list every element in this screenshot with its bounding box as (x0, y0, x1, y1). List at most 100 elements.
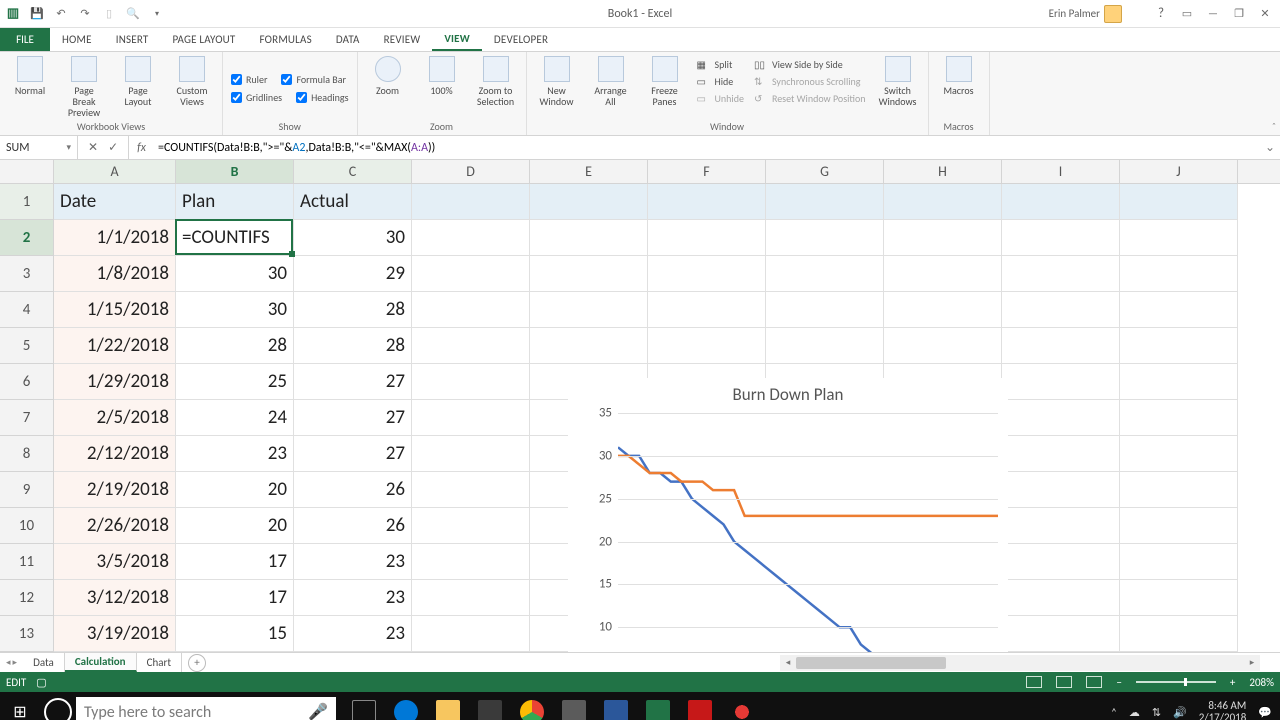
cell[interactable] (1120, 256, 1238, 292)
onedrive-icon[interactable]: ☁ (1129, 706, 1140, 719)
start-button[interactable]: ⊞ (0, 702, 40, 720)
cell[interactable] (1002, 472, 1120, 508)
cell[interactable] (884, 328, 1002, 364)
row-header[interactable]: 5 (0, 328, 53, 364)
page-break-view-icon[interactable] (1086, 676, 1102, 688)
edge-icon[interactable] (386, 692, 426, 720)
cell[interactable] (884, 292, 1002, 328)
new-window-button[interactable]: New Window (535, 56, 579, 107)
cell[interactable]: 28 (294, 292, 412, 328)
scroll-right-icon[interactable]: ▸ (1244, 655, 1260, 671)
row-header[interactable]: 12 (0, 580, 53, 616)
worksheet-grid[interactable]: ABCDEFGHIJ 12345678910111213 DatePlanAct… (0, 160, 1280, 652)
cell[interactable]: Actual (294, 184, 412, 220)
cell[interactable] (884, 184, 1002, 220)
cell[interactable]: 3/12/2018 (54, 580, 176, 616)
cell[interactable] (1002, 256, 1120, 292)
freeze-panes-button[interactable]: Freeze Panes (643, 56, 687, 107)
normal-view-icon[interactable] (1026, 676, 1042, 688)
cell[interactable] (766, 328, 884, 364)
scroll-left-icon[interactable]: ◂ (780, 655, 796, 671)
cell[interactable]: 24 (176, 400, 294, 436)
cell[interactable]: 27 (294, 400, 412, 436)
cell[interactable]: 1/8/2018 (54, 256, 176, 292)
cell[interactable] (766, 256, 884, 292)
cell[interactable] (412, 184, 530, 220)
cell[interactable] (1120, 364, 1238, 400)
column-header[interactable]: D (412, 160, 530, 183)
network-icon[interactable]: ⇅ (1152, 706, 1161, 719)
row-header[interactable]: 8 (0, 436, 53, 472)
cell[interactable] (648, 292, 766, 328)
zoom-to-selection-button[interactable]: Zoom to Selection (474, 56, 518, 107)
file-explorer-icon[interactable] (428, 692, 468, 720)
cell[interactable] (766, 292, 884, 328)
cell[interactable]: 26 (294, 508, 412, 544)
cell[interactable]: 28 (176, 328, 294, 364)
minimize-icon[interactable]: — (1200, 3, 1226, 25)
cell[interactable] (412, 544, 530, 580)
ribbon-tab-developer[interactable]: DEVELOPER (482, 28, 560, 51)
cell[interactable]: 25 (176, 364, 294, 400)
undo-icon[interactable]: ↶ (50, 3, 72, 25)
sheet-nav[interactable]: ◂▸ (0, 657, 23, 668)
cell[interactable]: 3/19/2018 (54, 616, 176, 652)
cell[interactable] (1002, 544, 1120, 580)
ribbon-options-icon[interactable]: ▭ (1174, 3, 1200, 25)
cell[interactable] (1120, 544, 1238, 580)
cortana-icon[interactable] (44, 698, 72, 720)
cell[interactable]: 2/5/2018 (54, 400, 176, 436)
cell[interactable]: 17 (176, 580, 294, 616)
formula-bar-checkbox[interactable]: Formula Bar (281, 71, 346, 87)
cell[interactable] (766, 220, 884, 256)
name-box[interactable]: SUM▾ (0, 136, 78, 159)
cell[interactable]: 17 (176, 544, 294, 580)
sheet-tab[interactable]: Calculation (65, 653, 137, 672)
page-break-button[interactable]: Page Break Preview (62, 56, 106, 118)
ribbon-tab-review[interactable]: REVIEW (372, 28, 433, 51)
cell[interactable] (1002, 580, 1120, 616)
cell[interactable] (1002, 184, 1120, 220)
gridlines-checkbox[interactable]: Gridlines (231, 89, 282, 105)
column-header[interactable]: C (294, 160, 412, 183)
sheet-tab[interactable]: Data (23, 653, 65, 672)
qat-customize-icon[interactable]: ▾ (146, 3, 168, 25)
column-header[interactable]: F (648, 160, 766, 183)
chevron-down-icon[interactable]: ▾ (66, 142, 71, 153)
column-header[interactable]: E (530, 160, 648, 183)
cell[interactable] (884, 220, 1002, 256)
page-layout-view-icon[interactable] (1056, 676, 1072, 688)
cell[interactable] (530, 220, 648, 256)
row-header[interactable]: 9 (0, 472, 53, 508)
cell[interactable]: 2/26/2018 (54, 508, 176, 544)
cell[interactable] (1120, 328, 1238, 364)
cell[interactable] (1120, 436, 1238, 472)
chrome-icon[interactable] (512, 692, 552, 720)
qat-icon[interactable]: 🔍 (122, 3, 144, 25)
formula-input[interactable]: =COUNTIFS(Data!B:B,">="&A2,Data!B:B,"<="… (154, 141, 1260, 155)
cell[interactable]: 23 (176, 436, 294, 472)
cell[interactable]: Plan (176, 184, 294, 220)
cell[interactable] (412, 364, 530, 400)
cell[interactable]: 30 (176, 292, 294, 328)
cell[interactable]: 26 (294, 472, 412, 508)
row-header[interactable]: 3 (0, 256, 53, 292)
cell[interactable] (1002, 328, 1120, 364)
switch-windows-button[interactable]: Switch Windows (876, 56, 920, 107)
cancel-formula-icon[interactable]: ✕ (88, 140, 98, 155)
cell[interactable] (412, 436, 530, 472)
cell[interactable] (1120, 508, 1238, 544)
add-sheet-button[interactable]: + (188, 654, 206, 672)
normal-view-button[interactable]: Normal (8, 56, 52, 96)
row-header[interactable]: 13 (0, 616, 53, 652)
cell[interactable] (1002, 220, 1120, 256)
embedded-chart[interactable]: Burn Down Plan 05101520253035 1/1/20182/… (568, 378, 1008, 652)
recording-icon[interactable] (722, 692, 762, 720)
ruler-checkbox[interactable]: Ruler (231, 71, 267, 87)
cell[interactable] (1002, 364, 1120, 400)
store-icon[interactable] (470, 692, 510, 720)
column-header[interactable]: I (1002, 160, 1120, 183)
page-layout-button[interactable]: Page Layout (116, 56, 160, 107)
cell[interactable]: 20 (176, 472, 294, 508)
scroll-thumb[interactable] (796, 657, 946, 669)
